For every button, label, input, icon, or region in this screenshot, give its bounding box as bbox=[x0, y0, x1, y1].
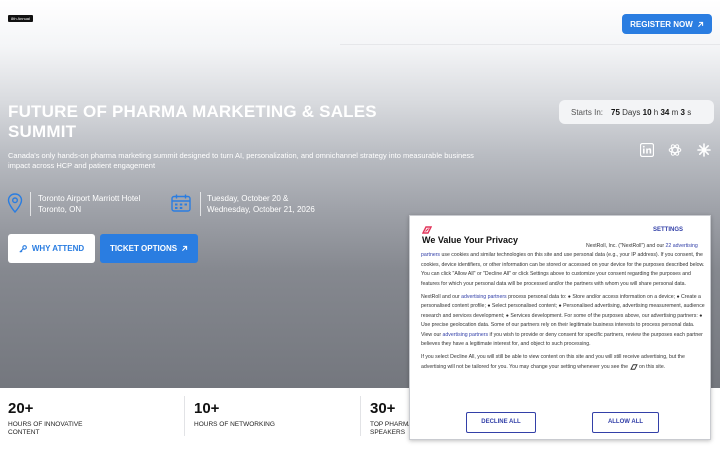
date-line-2: Wednesday, October 21, 2026 bbox=[207, 205, 315, 214]
hero-description: Canada's only hands-on pharma marketing … bbox=[8, 151, 474, 170]
openai-icon[interactable] bbox=[668, 143, 682, 157]
decline-all-label: DECLINE ALL bbox=[481, 418, 521, 425]
consent-paragraph-1: NextRoll, Inc. ("NextRoll") and our 22 a… bbox=[421, 242, 705, 289]
event-location: Toronto Airport Marriott Hotel Toronto, … bbox=[38, 193, 140, 215]
stat-label: HOURS OF NETWORKING bbox=[194, 421, 275, 429]
countdown-minutes: 34 bbox=[660, 107, 670, 117]
consent-text: on this site. bbox=[637, 363, 666, 370]
stat-label-line-2: SPEAKERS bbox=[370, 429, 406, 436]
annual-badge: 8th Annual bbox=[8, 15, 33, 22]
calendar-icon bbox=[171, 194, 191, 212]
consent-text: NextRoll and our bbox=[421, 294, 462, 301]
cookie-consent-dialog: SETTINGS We Value Your Privacy NextRoll,… bbox=[409, 215, 711, 440]
countdown-hours-unit: h bbox=[653, 107, 659, 117]
countdown-seconds: 3 bbox=[680, 107, 685, 117]
countdown-days-unit: Days bbox=[622, 107, 641, 117]
countdown-seconds-unit: s bbox=[687, 107, 692, 117]
stat-item: 30+ TOP PHARMA SPEAKERS bbox=[370, 400, 413, 437]
ticket-options-button[interactable]: TICKET OPTIONS bbox=[100, 234, 198, 263]
stat-number: 10+ bbox=[194, 400, 220, 417]
date-line-1: Tuesday, October 20 & bbox=[207, 194, 289, 203]
location-divider bbox=[30, 192, 31, 216]
consent-body: NextRoll, Inc. ("NextRoll") and our 22 a… bbox=[421, 242, 705, 376]
location-pin-icon bbox=[7, 193, 23, 213]
decline-all-button[interactable]: DECLINE ALL bbox=[466, 412, 536, 433]
linkedin-icon[interactable] bbox=[640, 143, 654, 157]
register-label: REGISTER NOW bbox=[630, 19, 693, 29]
settings-link[interactable]: SETTINGS bbox=[653, 226, 683, 235]
countdown-timer: Starts In: 75 Days 10 h 34 m 3 s bbox=[559, 100, 714, 124]
countdown-values: 75 Days 10 h 34 m 3 s bbox=[611, 108, 691, 117]
nextroll-logo-icon bbox=[422, 226, 432, 234]
advertising-partners-link[interactable]: advertising partners bbox=[461, 294, 507, 300]
countdown-days: 75 bbox=[611, 107, 620, 117]
stat-divider bbox=[360, 396, 361, 436]
consent-paragraph-2: NextRoll and our advertising partners pr… bbox=[421, 293, 705, 349]
stat-label-line-1: HOURS OF NETWORKING bbox=[194, 421, 275, 428]
key-icon bbox=[19, 244, 27, 253]
consent-paragraph-3: If you select Decline All, you will stil… bbox=[421, 353, 705, 372]
countdown-minutes-unit: m bbox=[671, 107, 679, 117]
why-attend-label: WHY ATTEND bbox=[31, 244, 85, 253]
sparkle-icon[interactable] bbox=[697, 143, 711, 157]
location-venue: Toronto Airport Marriott Hotel bbox=[38, 194, 141, 203]
why-attend-button[interactable]: WHY ATTEND bbox=[8, 234, 95, 263]
event-date: Tuesday, October 20 & Wednesday, October… bbox=[207, 193, 315, 215]
stat-label-line-2: CONTENT bbox=[8, 429, 40, 436]
ticket-options-label: TICKET OPTIONS bbox=[109, 244, 178, 253]
allow-all-button[interactable]: ALLOW ALL bbox=[592, 412, 659, 433]
advertising-partners-link[interactable]: advertising partners bbox=[443, 332, 489, 338]
stat-label: TOP PHARMA SPEAKERS bbox=[370, 421, 413, 437]
stat-number: 20+ bbox=[8, 400, 34, 417]
stat-label: HOURS OF INNOVATIVE CONTENT bbox=[8, 421, 83, 437]
consent-text: NextRoll, Inc. ("NextRoll") and our bbox=[586, 243, 666, 249]
stat-label-line-1: HOURS OF INNOVATIVE bbox=[8, 421, 83, 428]
stat-item: 10+ HOURS OF NETWORKING bbox=[194, 400, 275, 429]
stat-number: 30+ bbox=[370, 400, 396, 417]
countdown-hours: 10 bbox=[642, 107, 652, 117]
stat-divider bbox=[184, 396, 185, 436]
allow-all-label: ALLOW ALL bbox=[607, 418, 644, 425]
header-divider bbox=[340, 44, 720, 45]
location-city: Toronto, ON bbox=[38, 205, 82, 214]
register-now-button[interactable]: REGISTER NOW bbox=[622, 14, 712, 34]
stat-label-line-1: TOP PHARMA bbox=[370, 421, 413, 428]
date-divider bbox=[200, 192, 201, 216]
arrow-up-right-icon bbox=[182, 245, 188, 251]
arrow-up-right-icon bbox=[697, 21, 703, 27]
consent-text: use cookies and similar technologies on … bbox=[421, 252, 705, 287]
nextroll-logo-icon bbox=[629, 363, 638, 370]
countdown-label: Starts In: bbox=[571, 107, 604, 117]
page-title: FUTURE OF PHARMA MARKETING & SALES SUMMI… bbox=[8, 102, 377, 141]
stat-item: 20+ HOURS OF INNOVATIVE CONTENT bbox=[8, 400, 83, 437]
